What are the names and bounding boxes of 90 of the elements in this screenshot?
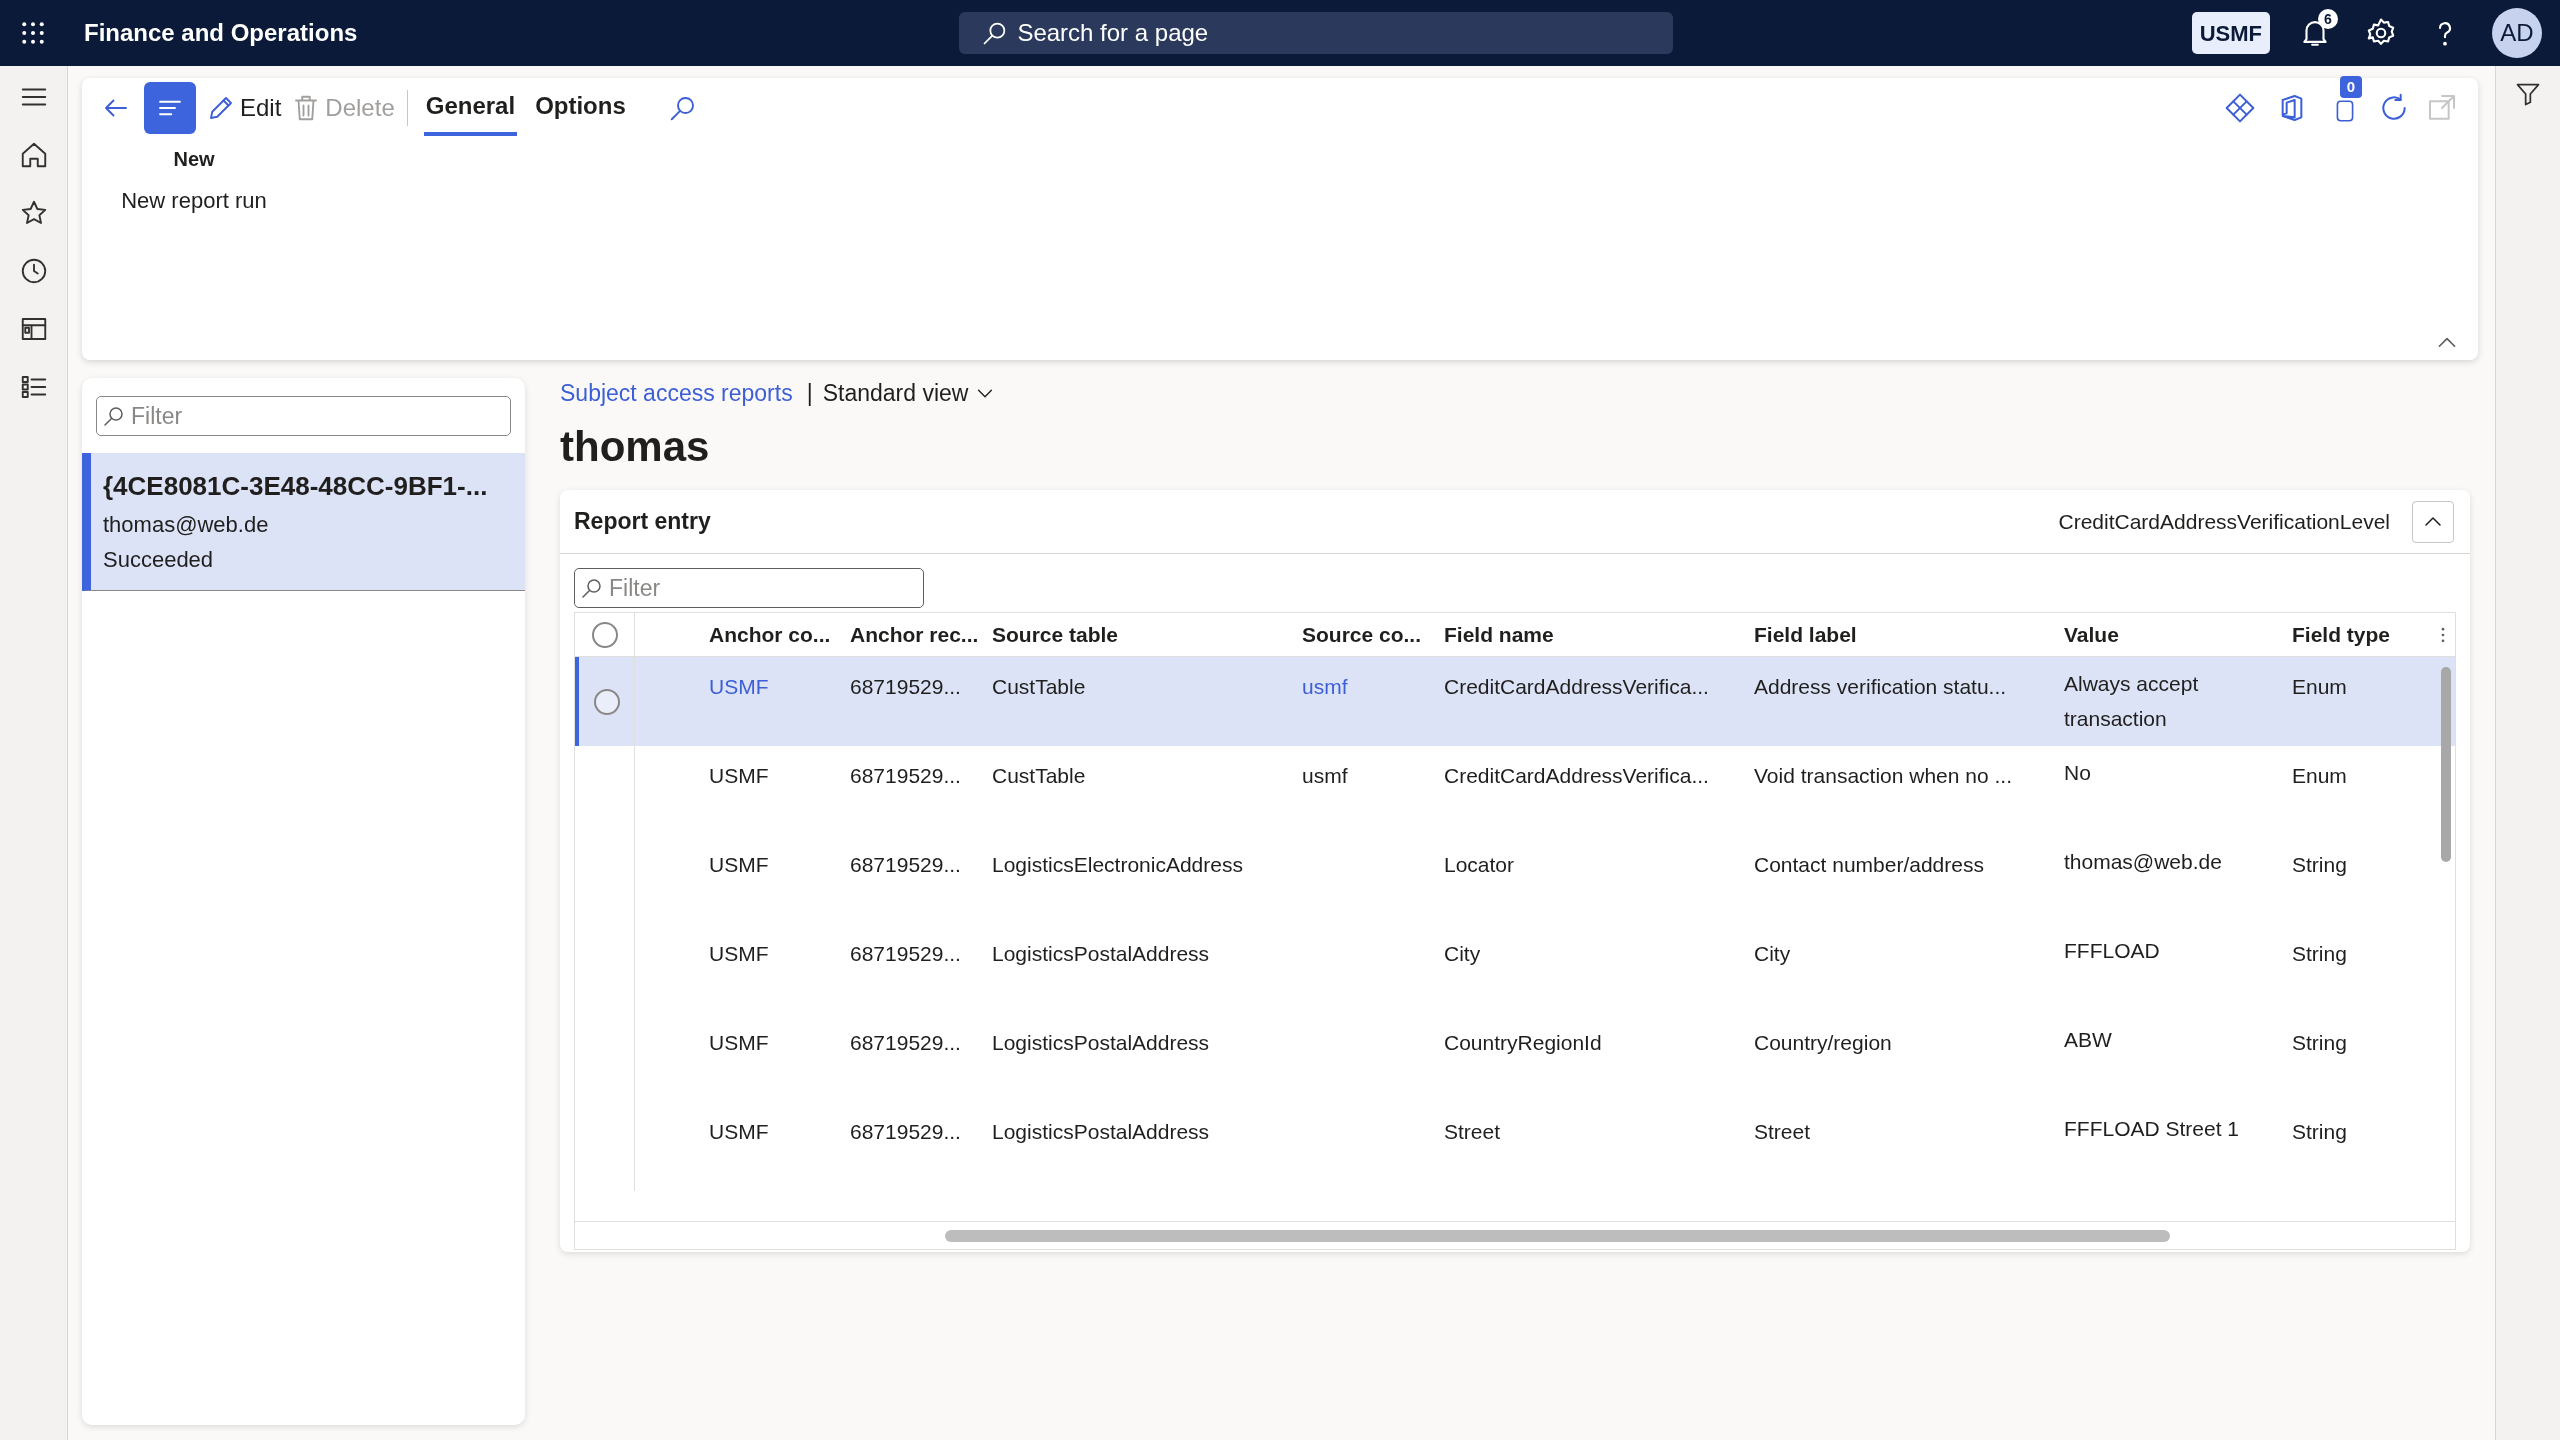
diamond-icon[interactable]	[2224, 92, 2256, 124]
horizontal-scrollbar[interactable]	[945, 1230, 2170, 1242]
column-header[interactable]: Anchor co...	[709, 622, 831, 646]
column-header[interactable]: Field type	[2292, 622, 2391, 646]
table-cell: String	[2292, 1031, 2347, 1054]
menu-item[interactable]: New report run	[121, 184, 267, 217]
table-cell: LogisticsPostalAddress	[992, 942, 1210, 965]
column-header[interactable]: Value	[2064, 622, 2119, 646]
avatar[interactable]: AD	[2492, 8, 2542, 58]
table-cell: CreditCardAddressVerifica...	[1444, 675, 1709, 698]
table-cell: USMF	[709, 942, 769, 965]
list-item[interactable]: {4CE8081C-3E48-48CC-9BF1-... thomas@web.de Succeeded	[82, 453, 525, 591]
action-pane-toggle-button[interactable]	[144, 82, 196, 134]
table-cell: Locator	[1444, 853, 1515, 876]
table-cell: CustTable	[992, 675, 1086, 698]
table-cell: CountryRegionId	[1444, 1031, 1602, 1054]
attachment-count-badge: 0	[2340, 76, 2362, 98]
column-header[interactable]: Field label	[1754, 622, 1857, 646]
table-cell: CustTable	[992, 764, 1086, 787]
table-cell: USMF	[709, 1120, 769, 1143]
notification-badge: 6	[2318, 9, 2338, 29]
view-selector[interactable]: Standard view	[822, 375, 997, 411]
table-cell: Street	[1444, 1120, 1501, 1143]
table-cell-text: Always accept transaction	[2064, 671, 2200, 732]
filter-field[interactable]: Filter	[96, 396, 511, 436]
company-button[interactable]: USMF	[2191, 12, 2270, 54]
table-cell: Void transaction when no ...	[1754, 764, 2012, 787]
breadcrumb-separator: |	[806, 378, 813, 408]
table-cell: String	[2292, 942, 2347, 965]
table-cell: Enum	[2292, 675, 2347, 698]
table-cell: 68719529...	[850, 1120, 961, 1143]
table-row[interactable]: USMF 68719529... LogisticsPostalAddress Street Street FFFLOAD Street 1 String	[575, 1102, 2455, 1191]
table-cell: USMF	[709, 764, 769, 787]
table-cell: 68719529...	[850, 1031, 961, 1054]
section-summary: CreditCardAddressVerificationLevel	[2058, 508, 2390, 535]
filter-field[interactable]: Filter	[574, 568, 924, 608]
section-title: Report entry	[574, 507, 711, 537]
ribbon-tab[interactable]: General	[423, 80, 518, 136]
app-title: Finance and Operations	[84, 18, 358, 48]
table-cell: 68719529...	[850, 675, 961, 698]
item-status: Succeeded	[103, 546, 215, 574]
table-link[interactable]: usmf	[1302, 675, 1348, 698]
table-cell: Contact number/address	[1754, 853, 1984, 876]
table-cell: Street	[1754, 1120, 1811, 1143]
ribbon-tab[interactable]: Options	[533, 80, 628, 136]
edit-button[interactable]: Edit	[206, 90, 282, 126]
table-cell: City	[1754, 942, 1791, 965]
table-cell: usmf	[1302, 764, 1348, 787]
table-cell-text: FFFLOAD Street 1	[2064, 1116, 2241, 1142]
table-cell: Country/region	[1754, 1031, 1892, 1054]
page-title: thomas	[560, 422, 711, 472]
table-cell-text: ABW	[2064, 1027, 2113, 1053]
table-row[interactable]: USMF 68719529... LogisticsPostalAddress City City FFFLOAD String	[575, 924, 2455, 1013]
search-field[interactable]: Search for a page	[959, 12, 1674, 54]
group-title: New	[173, 147, 215, 172]
column-header[interactable]: Field name	[1444, 622, 1554, 646]
table-cell: City	[1444, 942, 1481, 965]
table-row[interactable]: USMF 68719529... LogisticsPostalAddress CountryRegionId Country/region ABW String	[575, 1013, 2455, 1102]
table-cell-text: No	[2064, 760, 2092, 786]
table-cell: CreditCardAddressVerifica...	[1444, 764, 1709, 787]
row-select-radio[interactable]	[593, 688, 620, 715]
table-cell: Enum	[2292, 764, 2347, 787]
table-link[interactable]: USMF	[709, 675, 769, 698]
select-all-radio[interactable]	[591, 621, 618, 648]
search-icon	[102, 404, 126, 428]
table-row[interactable]: USMF 68719529... CustTable usmf CreditCardAddressVerifica... Address verification statu... Always accept transaction Enum	[575, 657, 2455, 746]
table-cell: 68719529...	[850, 764, 961, 787]
table-cell: 68719529...	[850, 942, 961, 965]
table-row[interactable]: USMF 68719529... LogisticsElectronicAddress Locator Contact number/address thomas@web.de String	[575, 835, 2455, 924]
table-cell: LogisticsPostalAddress	[992, 1120, 1210, 1143]
table-cell: 68719529...	[850, 853, 961, 876]
table-cell: USMF	[709, 1031, 769, 1054]
item-title: {4CE8081C-3E48-48CC-9BF1-...	[103, 470, 489, 503]
table-cell: LogisticsPostalAddress	[992, 1031, 1210, 1054]
item-email: thomas@web.de	[103, 511, 270, 539]
table-cell: String	[2292, 1120, 2347, 1143]
column-header[interactable]: Source table	[992, 622, 1119, 646]
table-cell-text: thomas@web.de	[2064, 849, 2223, 875]
table-row[interactable]: USMF 68719529... CustTable usmf CreditCardAddressVerifica... Void transaction when no ... No Enum	[575, 746, 2455, 835]
table-cell: LogisticsElectronicAddress	[992, 853, 1243, 876]
table-cell: String	[2292, 853, 2347, 876]
column-header[interactable]: Anchor rec...	[850, 622, 979, 646]
table-cell: USMF	[709, 853, 769, 876]
column-header[interactable]: Source co...	[1302, 622, 1422, 646]
breadcrumb-link[interactable]: Subject access reports	[560, 375, 793, 411]
collapse-button[interactable]	[2412, 500, 2454, 543]
search-icon	[580, 576, 604, 600]
table-cell: Address verification statu...	[1754, 675, 2007, 698]
vertical-scrollbar[interactable]	[2441, 667, 2451, 862]
table-cell-text: FFFLOAD	[2064, 938, 2161, 964]
